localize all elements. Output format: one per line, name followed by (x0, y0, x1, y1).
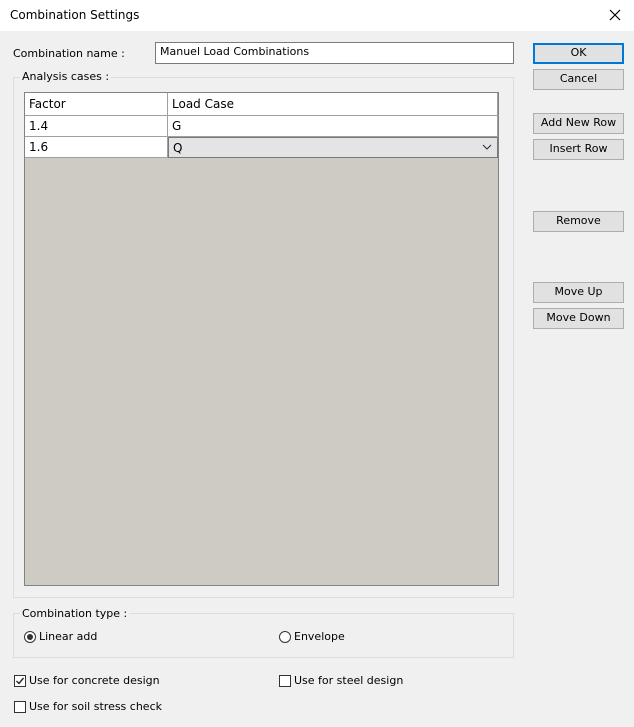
combination-type-label: Combination type : (20, 607, 130, 620)
checkbox[interactable] (14, 700, 26, 713)
close-button[interactable] (602, 3, 628, 27)
combination-name-input[interactable]: Manuel Load Combinations (155, 42, 514, 64)
radio-button[interactable] (279, 630, 291, 643)
radio-button[interactable] (24, 630, 36, 643)
checkbox-concrete-label: Use for concrete design (29, 674, 160, 687)
dropdown-value: Q (173, 141, 183, 155)
analysis-cases-grid[interactable]: Factor Load Case 1.4 G 1.6 Q (24, 92, 499, 586)
chevron-down-icon (482, 144, 492, 150)
radio-linear-add[interactable]: Linear add (24, 630, 97, 643)
checkbox-steel-design[interactable]: Use for steel design (279, 674, 403, 687)
checkbox-soil-label: Use for soil stress check (29, 700, 162, 713)
move-up-button[interactable]: Move Up (533, 282, 624, 303)
radio-linear-add-label: Linear add (39, 630, 98, 643)
cell-factor-row-2[interactable]: 1.6 (25, 137, 168, 158)
checkbox-concrete-design[interactable]: Use for concrete design (14, 674, 160, 687)
checkbox[interactable] (14, 674, 26, 687)
cancel-button[interactable]: Cancel (533, 69, 624, 90)
cell-factor-row-1[interactable]: 1.4 (25, 116, 168, 137)
checkbox-soil-stress[interactable]: Use for soil stress check (14, 700, 162, 713)
analysis-cases-label: Analysis cases : (20, 70, 112, 83)
window-title: Combination Settings (10, 8, 140, 22)
checkbox[interactable] (279, 674, 291, 687)
cell-load-case-row-2-dropdown[interactable]: Q (168, 137, 498, 158)
radio-selected-dot (27, 633, 33, 640)
cell-load-case-row-1[interactable]: G (168, 116, 498, 137)
close-icon (609, 9, 621, 21)
add-new-row-button[interactable]: Add New Row (533, 113, 624, 134)
column-header-factor[interactable]: Factor (25, 93, 168, 116)
insert-row-button[interactable]: Insert Row (533, 139, 624, 160)
radio-envelope-label: Envelope (294, 630, 345, 643)
checkbox-steel-label: Use for steel design (294, 674, 404, 687)
combination-name-label: Combination name : (13, 47, 125, 60)
ok-button[interactable]: OK (533, 43, 624, 64)
radio-envelope[interactable]: Envelope (279, 630, 345, 643)
column-header-load-case[interactable]: Load Case (168, 93, 498, 116)
remove-button[interactable]: Remove (533, 211, 624, 232)
move-down-button[interactable]: Move Down (533, 308, 624, 329)
checkmark-icon (16, 677, 25, 685)
